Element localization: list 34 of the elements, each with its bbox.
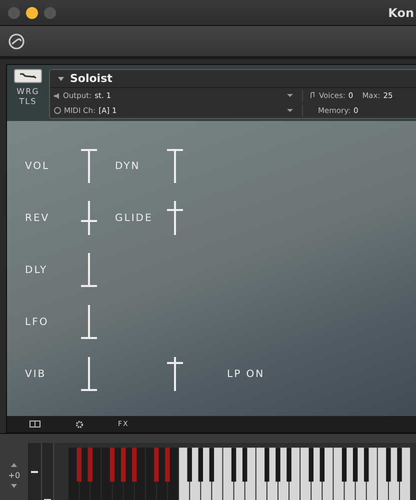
transpose-control[interactable]: +0 [0, 443, 30, 500]
wrench-button[interactable] [14, 69, 42, 83]
vertical-slider[interactable] [167, 149, 183, 183]
dropdown-arrow-icon[interactable] [287, 109, 293, 112]
wrench-icon [19, 72, 37, 80]
control-label: DLY [25, 264, 49, 276]
control-label: REV [25, 212, 51, 224]
vertical-slider[interactable] [81, 253, 97, 287]
control-label: DYN [115, 160, 142, 172]
vertical-slider[interactable] [81, 357, 97, 391]
vertical-slider[interactable] [81, 305, 97, 339]
dropdown-arrow-icon[interactable] [287, 94, 293, 97]
control-label: GLIDE [115, 212, 154, 224]
tools-label: WRG TLS [16, 87, 40, 107]
gear-icon[interactable] [75, 420, 84, 428]
vertical-slider[interactable] [81, 201, 97, 235]
minimize-button[interactable] [26, 6, 38, 18]
vertical-slider[interactable] [167, 357, 183, 391]
vertical-slider[interactable] [167, 201, 183, 235]
instrument-name: Soloist [70, 72, 112, 85]
logo-icon[interactable] [8, 32, 25, 50]
window-title: Kon [388, 6, 415, 20]
speaker-icon [54, 92, 60, 98]
midi-port-icon [54, 107, 61, 114]
vertical-slider[interactable] [81, 149, 97, 183]
down-arrow-icon[interactable] [11, 484, 18, 488]
control-label: VIB [25, 368, 48, 380]
control-label: LFO [25, 316, 50, 328]
control-label: LP ON [227, 368, 266, 380]
caret-icon[interactable] [58, 76, 64, 80]
book-icon[interactable] [29, 420, 41, 428]
up-arrow-icon[interactable] [11, 463, 18, 467]
transpose-value: +0 [8, 471, 20, 480]
control-label: VOL [25, 160, 51, 172]
